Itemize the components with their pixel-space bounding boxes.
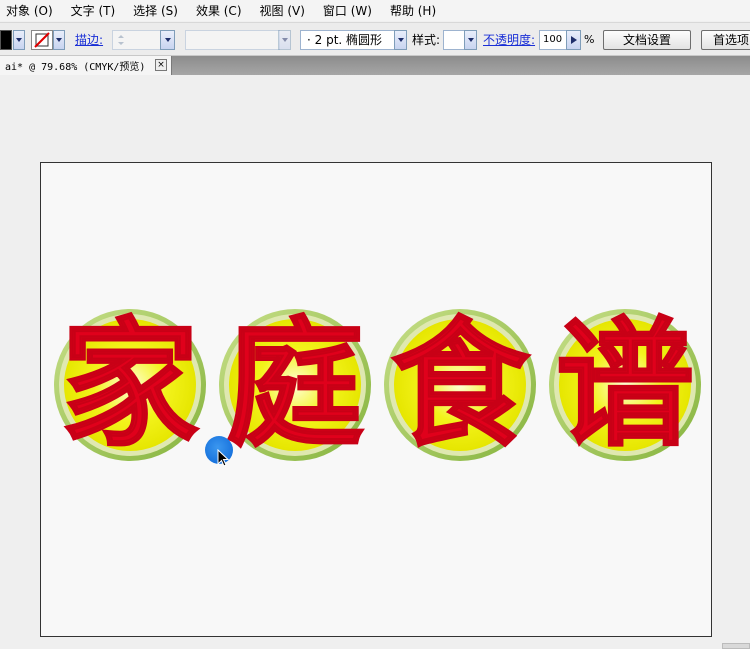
opacity-arrow-button[interactable] [566, 30, 581, 50]
document-tab-bar: ai* @ 79.68% (CMYK/预览) × [0, 56, 750, 75]
stroke-dropdown-arrow-icon[interactable] [53, 30, 65, 50]
ball-1[interactable]: 家 [54, 304, 206, 467]
stroke-link[interactable]: 描边: [75, 30, 103, 50]
brush-dropdown-arrow-icon[interactable] [394, 30, 407, 50]
stroke-weight-dropdown-arrow-icon[interactable] [160, 30, 175, 50]
glyph-ting: 庭 [226, 305, 364, 466]
glyph-shi: 食 [391, 305, 530, 466]
document-setup-button[interactable]: 文档设置 [603, 30, 691, 50]
ball-3[interactable]: 食 [384, 304, 536, 467]
variable-width-dropdown-arrow-icon[interactable] [278, 30, 291, 50]
opacity-unit: % [584, 33, 595, 46]
brush-definition-value: · 2 pt. 椭圆形 [307, 33, 383, 47]
stepper-icon [118, 35, 124, 45]
canvas-workarea[interactable]: 家 庭 食 谱 [0, 75, 750, 649]
document-tab-title: ai* @ 79.68% (CMYK/预览) [5, 62, 146, 73]
close-icon[interactable]: × [155, 59, 167, 71]
stroke-swatch[interactable] [31, 30, 53, 50]
style-swatch[interactable] [443, 30, 465, 50]
artboard[interactable]: 家 庭 食 谱 [40, 162, 712, 637]
menu-window[interactable]: 窗口 (W) [323, 2, 372, 19]
fill-swatch[interactable] [0, 30, 12, 50]
menu-help[interactable]: 帮助 (H) [390, 2, 436, 19]
brush-definition-field[interactable]: · 2 pt. 椭圆形 [300, 30, 395, 50]
opacity-link[interactable]: 不透明度: [483, 30, 535, 50]
glyph-pu: 谱 [556, 305, 694, 466]
mouse-pointer-icon [217, 449, 229, 467]
ball-4[interactable]: 谱 [549, 304, 701, 467]
ball-2[interactable]: 庭 [219, 304, 371, 467]
no-stroke-icon [34, 32, 50, 48]
menu-type[interactable]: 文字 (T) [71, 2, 116, 19]
control-toolbar: 描边: · 2 pt. 椭圆形 样式: 不透明度: 100 % 文档设置 首选项 [0, 22, 750, 56]
menu-view[interactable]: 视图 (V) [260, 2, 305, 19]
chevron-right-icon [570, 36, 577, 44]
menu-object[interactable]: 对象 (O) [6, 2, 53, 19]
horizontal-scrollbar[interactable] [722, 643, 750, 649]
style-dropdown-arrow-icon[interactable] [464, 30, 477, 50]
variable-width-field[interactable] [185, 30, 280, 50]
glyph-jia: 家 [61, 305, 199, 466]
artwork[interactable]: 家 庭 食 谱 [41, 163, 711, 636]
fill-dropdown-arrow-icon[interactable] [13, 30, 25, 50]
stroke-weight-field[interactable] [112, 30, 162, 50]
menu-select[interactable]: 选择 (S) [133, 2, 178, 19]
preferences-button[interactable]: 首选项 [701, 30, 750, 50]
menu-bar: 对象 (O) 文字 (T) 选择 (S) 效果 (C) 视图 (V) 窗口 (W… [0, 0, 750, 21]
opacity-input[interactable]: 100 [539, 30, 567, 50]
document-tab[interactable]: ai* @ 79.68% (CMYK/预览) × [0, 56, 172, 75]
menu-effect[interactable]: 效果 (C) [196, 2, 242, 19]
style-label: 样式: [412, 33, 441, 47]
